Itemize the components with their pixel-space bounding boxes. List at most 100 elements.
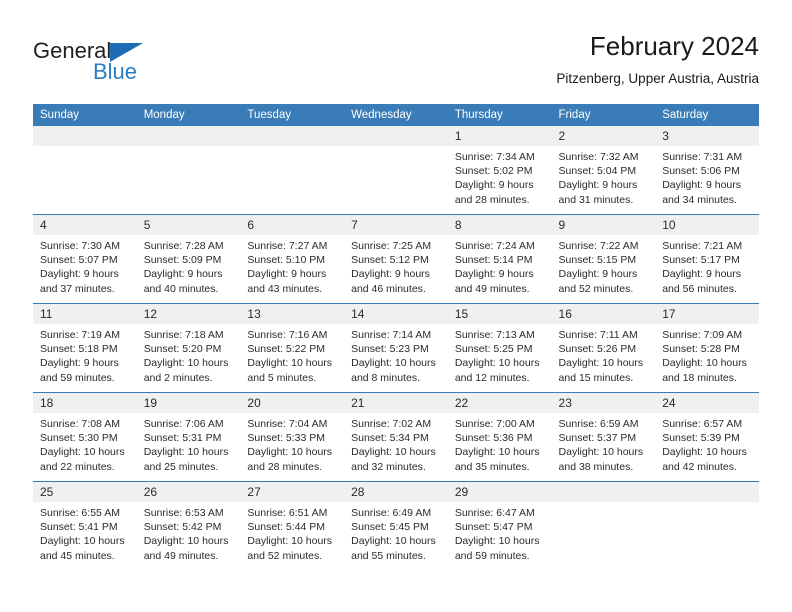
daylight-duration-line2: and 2 minutes. xyxy=(143,371,213,384)
day-details: Sunrise: 6:59 AM Sunset: 5:37 PM Daylight:… xyxy=(552,413,656,481)
calendar-day-cell[interactable]: 9 Sunrise: 7:22 AM Sunset: 5:15 PM Daylight… xyxy=(551,214,656,304)
day-number: 29 xyxy=(447,482,552,502)
day-number: 24 xyxy=(655,393,759,413)
daylight-duration-line2: and 8 minutes. xyxy=(351,371,420,384)
weekday-header-saturday: Saturday xyxy=(655,104,759,126)
day-details: Sunrise: 7:18 AM Sunset: 5:20 PM Daylight:… xyxy=(137,324,241,392)
calendar-day-cell[interactable]: 28 Sunrise: 6:49 AM Sunset: 5:45 PM Dayligh… xyxy=(344,481,448,570)
title-block: February 2024 Pitzenberg, Upper Austria,… xyxy=(556,30,759,89)
calendar-day-cell[interactable]: 7 Sunrise: 7:25 AM Sunset: 5:12 PM Daylight… xyxy=(344,214,448,304)
sunrise-time: Sunrise: 7:11 AM xyxy=(558,329,638,341)
sunset-time: Sunset: 5:17 PM xyxy=(662,254,740,267)
calendar-day-cell[interactable]: 24 Sunrise: 6:57 AM Sunset: 5:39 PM Dayligh… xyxy=(655,392,759,482)
day-number xyxy=(240,126,345,146)
sunset-time: Sunset: 5:45 PM xyxy=(351,521,429,534)
calendar-page: General Blue February 2024 Pitzenberg, U… xyxy=(0,0,792,612)
calendar-day-cell[interactable]: 8 Sunrise: 7:24 AM Sunset: 5:14 PM Daylight… xyxy=(447,214,552,304)
calendar-week-row: 4 Sunrise: 7:30 AM Sunset: 5:07 PM Daylight… xyxy=(33,214,759,304)
day-number: 5 xyxy=(136,215,241,235)
calendar-day-cell[interactable]: 27 Sunrise: 6:51 AM Sunset: 5:44 PM Dayligh… xyxy=(240,481,345,570)
calendar-day-cell[interactable]: 5 Sunrise: 7:28 AM Sunset: 5:09 PM Daylight… xyxy=(136,214,241,304)
day-number: 3 xyxy=(655,126,759,146)
day-details xyxy=(344,146,448,214)
sunrise-time: Sunrise: 7:25 AM xyxy=(351,240,432,252)
daylight-duration-line1: Daylight: 10 hours xyxy=(247,357,333,370)
daylight-duration-line2: and 35 minutes. xyxy=(454,460,530,473)
calendar-day-cell[interactable]: 3 Sunrise: 7:31 AM Sunset: 5:06 PM Daylight… xyxy=(655,126,759,215)
sunrise-time: Sunrise: 7:04 AM xyxy=(247,418,328,430)
calendar-day-cell[interactable]: 22 Sunrise: 7:00 AM Sunset: 5:36 PM Dayligh… xyxy=(447,392,552,482)
calendar-day-cell[interactable]: 13 Sunrise: 7:16 AM Sunset: 5:22 PM Dayligh… xyxy=(240,303,345,393)
daylight-duration-line2: and 38 minutes. xyxy=(558,460,634,473)
calendar-day-cell[interactable]: 11 Sunrise: 7:19 AM Sunset: 5:18 PM Dayligh… xyxy=(33,303,137,393)
calendar-day-cell-empty xyxy=(344,126,448,215)
daylight-duration-line1: Daylight: 10 hours xyxy=(454,535,540,548)
calendar-header-row: Sunday Monday Tuesday Wednesday Thursday… xyxy=(33,104,759,126)
calendar-day-cell[interactable]: 21 Sunrise: 7:02 AM Sunset: 5:34 PM Dayligh… xyxy=(344,392,448,482)
sunrise-time: Sunrise: 7:28 AM xyxy=(143,240,224,252)
day-details: Sunrise: 7:04 AM Sunset: 5:33 PM Daylight:… xyxy=(240,413,344,481)
calendar-day-cell[interactable]: 1 Sunrise: 7:34 AM Sunset: 5:02 PM Daylight… xyxy=(447,126,552,215)
calendar-day-cell[interactable]: 16 Sunrise: 7:11 AM Sunset: 5:26 PM Dayligh… xyxy=(551,303,656,393)
sunrise-time: Sunrise: 7:14 AM xyxy=(351,329,432,341)
day-details xyxy=(552,502,656,570)
daylight-duration-line2: and 56 minutes. xyxy=(662,282,737,295)
daylight-duration-line1: Daylight: 10 hours xyxy=(143,535,229,548)
sunset-time: Sunset: 5:18 PM xyxy=(40,343,118,356)
day-number: 19 xyxy=(136,393,241,413)
day-number xyxy=(33,126,137,146)
day-number: 10 xyxy=(655,215,759,235)
calendar-day-cell[interactable]: 18 Sunrise: 7:08 AM Sunset: 5:30 PM Dayligh… xyxy=(33,392,137,482)
day-details: Sunrise: 7:24 AM Sunset: 5:14 PM Daylight:… xyxy=(448,235,552,303)
daylight-duration-line1: Daylight: 9 hours xyxy=(454,268,534,281)
sunrise-time: Sunrise: 6:59 AM xyxy=(558,418,639,430)
day-details: Sunrise: 6:51 AM Sunset: 5:44 PM Daylight:… xyxy=(240,502,344,570)
calendar-day-cell[interactable]: 20 Sunrise: 7:04 AM Sunset: 5:33 PM Dayligh… xyxy=(240,392,345,482)
sunset-time: Sunset: 5:47 PM xyxy=(454,521,533,534)
daylight-duration-line1: Daylight: 10 hours xyxy=(143,357,229,370)
daylight-duration-line2: and 25 minutes. xyxy=(143,460,219,473)
calendar-day-cell[interactable]: 29 Sunrise: 6:47 AM Sunset: 5:47 PM Dayligh… xyxy=(447,481,552,570)
calendar-day-cell[interactable]: 12 Sunrise: 7:18 AM Sunset: 5:20 PM Dayligh… xyxy=(136,303,241,393)
sunrise-time: Sunrise: 7:22 AM xyxy=(558,240,639,252)
calendar-day-cell[interactable]: 25 Sunrise: 6:55 AM Sunset: 5:41 PM Dayligh… xyxy=(33,481,137,570)
sunrise-time: Sunrise: 7:21 AM xyxy=(662,240,743,252)
daylight-duration-line1: Daylight: 10 hours xyxy=(247,535,333,548)
calendar-day-cell[interactable]: 19 Sunrise: 7:06 AM Sunset: 5:31 PM Dayligh… xyxy=(136,392,241,482)
calendar-week-row: 18 Sunrise: 7:08 AM Sunset: 5:30 PM Dayligh… xyxy=(33,392,759,482)
day-number: 4 xyxy=(33,215,137,235)
daylight-duration-line1: Daylight: 9 hours xyxy=(558,179,638,192)
day-details: Sunrise: 7:00 AM Sunset: 5:36 PM Daylight:… xyxy=(448,413,552,481)
calendar-day-cell[interactable]: 26 Sunrise: 6:53 AM Sunset: 5:42 PM Dayligh… xyxy=(136,481,241,570)
sunrise-time: Sunrise: 7:00 AM xyxy=(454,418,535,430)
calendar-day-cell-empty xyxy=(551,481,656,570)
daylight-duration-line1: Daylight: 9 hours xyxy=(247,268,327,281)
daylight-duration-line2: and 28 minutes. xyxy=(454,193,530,206)
calendar-day-cell-empty xyxy=(240,126,345,215)
day-number: 2 xyxy=(551,126,656,146)
sunrise-time: Sunrise: 7:13 AM xyxy=(454,329,535,341)
calendar-day-cell[interactable]: 10 Sunrise: 7:21 AM Sunset: 5:17 PM Dayligh… xyxy=(655,214,759,304)
calendar-day-cell[interactable]: 15 Sunrise: 7:13 AM Sunset: 5:25 PM Dayligh… xyxy=(447,303,552,393)
day-number: 12 xyxy=(136,304,241,324)
daylight-duration-line1: Daylight: 10 hours xyxy=(40,446,125,459)
daylight-duration-line2: and 37 minutes. xyxy=(40,282,115,295)
daylight-duration-line2: and 49 minutes. xyxy=(454,282,530,295)
calendar-day-cell[interactable]: 6 Sunrise: 7:27 AM Sunset: 5:10 PM Daylight… xyxy=(240,214,345,304)
sunset-time: Sunset: 5:41 PM xyxy=(40,521,118,534)
general-blue-logo: General Blue xyxy=(33,38,233,90)
sunrise-time: Sunrise: 6:57 AM xyxy=(662,418,743,430)
calendar-day-cell[interactable]: 4 Sunrise: 7:30 AM Sunset: 5:07 PM Daylight… xyxy=(33,214,137,304)
sunset-time: Sunset: 5:31 PM xyxy=(143,432,222,445)
sunrise-time: Sunrise: 7:30 AM xyxy=(40,240,120,252)
calendar-day-cell[interactable]: 17 Sunrise: 7:09 AM Sunset: 5:28 PM Dayligh… xyxy=(655,303,759,393)
sunset-time: Sunset: 5:37 PM xyxy=(558,432,637,445)
calendar-day-cell[interactable]: 23 Sunrise: 6:59 AM Sunset: 5:37 PM Dayligh… xyxy=(551,392,656,482)
sunset-time: Sunset: 5:09 PM xyxy=(143,254,222,267)
weekday-header-tuesday: Tuesday xyxy=(240,104,345,126)
calendar-day-cell[interactable]: 14 Sunrise: 7:14 AM Sunset: 5:23 PM Dayligh… xyxy=(344,303,448,393)
day-number: 21 xyxy=(344,393,448,413)
day-details: Sunrise: 7:16 AM Sunset: 5:22 PM Daylight:… xyxy=(240,324,344,392)
sunrise-time: Sunrise: 6:53 AM xyxy=(143,507,224,519)
calendar-day-cell[interactable]: 2 Sunrise: 7:32 AM Sunset: 5:04 PM Daylight… xyxy=(551,126,656,215)
